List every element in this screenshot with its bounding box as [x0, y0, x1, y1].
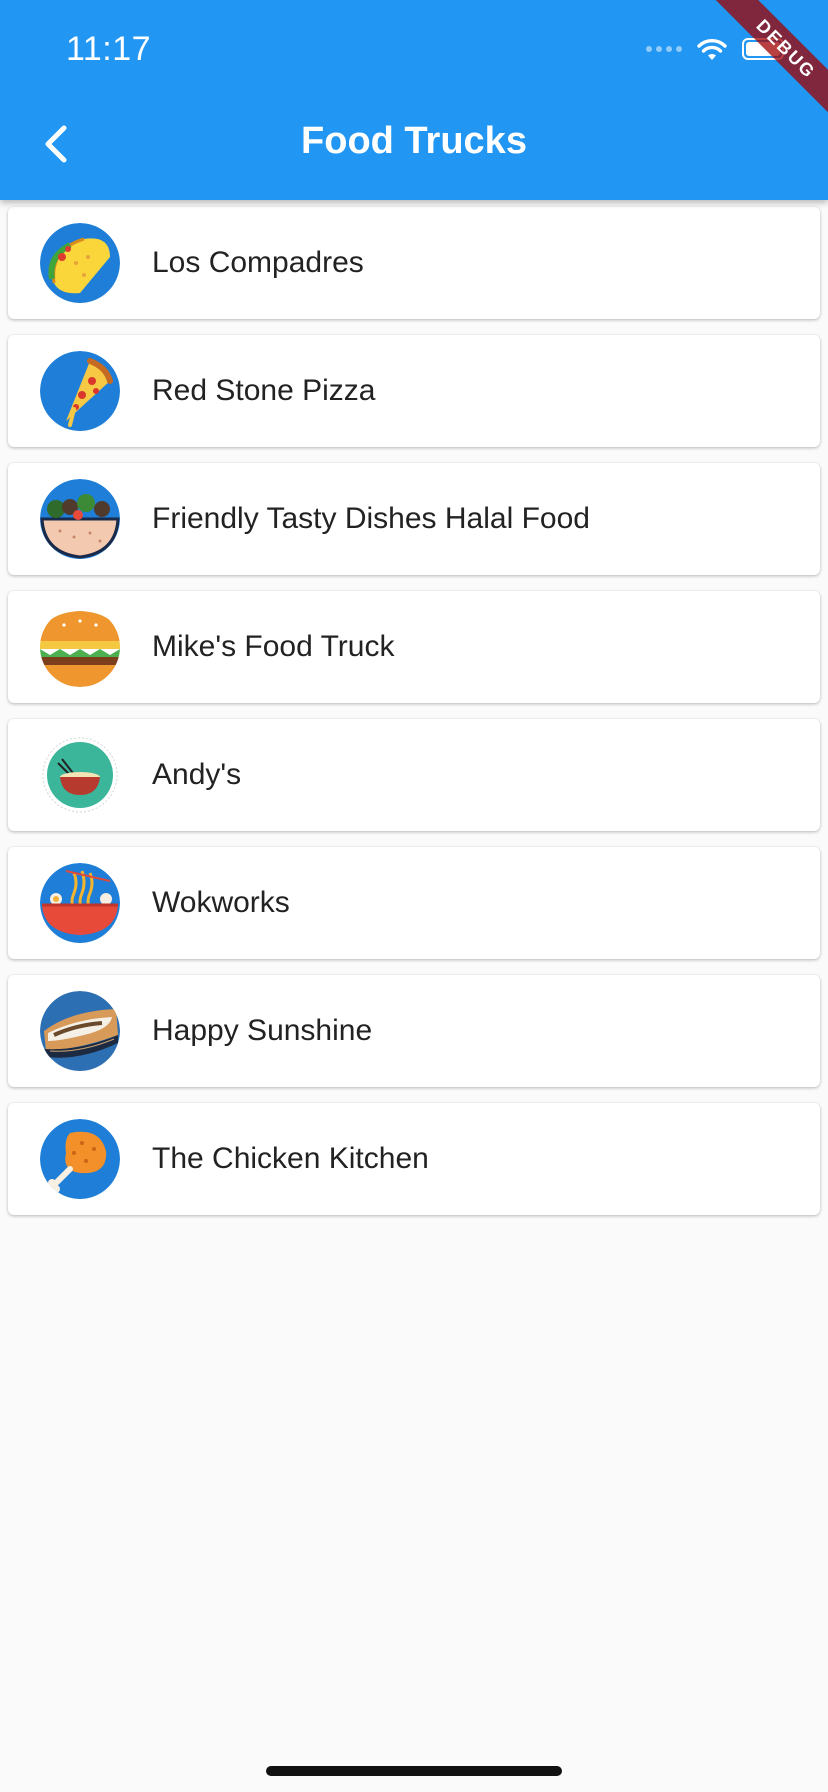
fried-chicken-icon — [40, 1119, 120, 1199]
food-truck-item[interactable]: Wokworks — [8, 847, 820, 959]
noodle-bowl-icon — [40, 735, 120, 815]
food-truck-item[interactable]: Andy's — [8, 719, 820, 831]
food-truck-item[interactable]: Mike's Food Truck — [8, 591, 820, 703]
food-truck-name: Happy Sunshine — [152, 1014, 373, 1047]
status-icons — [646, 34, 784, 64]
page-title: Food Trucks — [301, 120, 527, 162]
taco-icon — [40, 223, 120, 303]
food-truck-list: Los Compadres Red Stone Pizza Friendly T… — [8, 207, 820, 1231]
cheesesteak-sandwich-icon — [40, 991, 120, 1071]
food-truck-name: Wokworks — [152, 886, 290, 919]
halal-bowl-icon — [40, 479, 120, 559]
food-truck-name: Mike's Food Truck — [152, 630, 395, 663]
food-truck-item[interactable]: The Chicken Kitchen — [8, 1103, 820, 1215]
food-truck-item[interactable]: Red Stone Pizza — [8, 335, 820, 447]
food-truck-name: The Chicken Kitchen — [152, 1142, 429, 1175]
food-truck-name: Andy's — [152, 758, 242, 791]
pizza-slice-icon — [40, 351, 120, 431]
wifi-icon — [697, 39, 727, 60]
home-indicator[interactable] — [266, 1766, 562, 1776]
status-time: 11:17 — [66, 30, 152, 68]
food-truck-name: Friendly Tasty Dishes Halal Food — [152, 502, 590, 535]
ramen-bowl-icon — [40, 863, 120, 943]
food-truck-name: Los Compadres — [152, 246, 364, 279]
food-truck-item[interactable]: Happy Sunshine — [8, 975, 820, 1087]
app-bar: 11:17 Food Trucks — [0, 0, 828, 200]
food-truck-item[interactable]: Friendly Tasty Dishes Halal Food — [8, 463, 820, 575]
burger-icon — [40, 607, 120, 687]
signal-icon — [646, 46, 682, 52]
food-truck-item[interactable]: Los Compadres — [8, 207, 820, 319]
food-truck-name: Red Stone Pizza — [152, 374, 376, 407]
battery-icon — [742, 38, 784, 60]
